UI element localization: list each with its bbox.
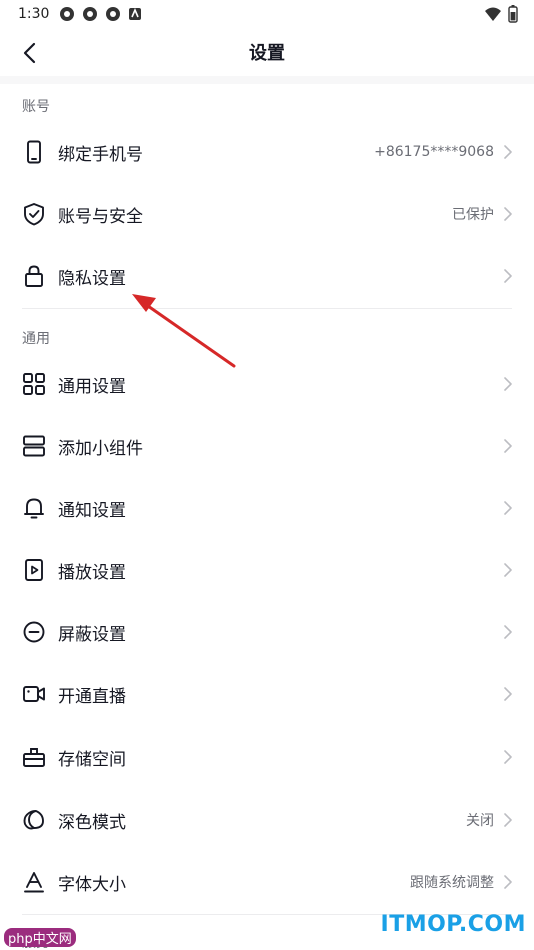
status-bar: 1:30	[0, 0, 534, 28]
row-label: 存储空间	[58, 749, 126, 770]
chevron-right-icon	[504, 750, 512, 764]
watermark-left: php中文网	[4, 928, 76, 947]
lock-icon	[22, 264, 46, 288]
row-value: 已保护	[452, 207, 494, 223]
row-storage-space[interactable]: 存储空间	[0, 726, 534, 788]
row-block-settings[interactable]: 屏蔽设置	[0, 601, 534, 663]
font-icon	[22, 870, 46, 894]
row-label: 通知设置	[58, 500, 126, 521]
row-label: 账号与安全	[58, 206, 143, 227]
camera-icon	[22, 682, 46, 706]
bell-icon	[22, 496, 46, 520]
app-notification-icon	[83, 7, 98, 21]
status-time: 1:30	[18, 6, 50, 22]
row-font-size[interactable]: 字体大小 跟随系统调整	[0, 851, 534, 913]
row-privacy-settings[interactable]: 隐私设置	[0, 245, 534, 307]
row-label: 播放设置	[58, 562, 126, 583]
app-notification-icon	[129, 7, 142, 20]
page-title: 设置	[249, 43, 285, 64]
row-label: 深色模式	[58, 812, 126, 833]
row-notification-settings[interactable]: 通知设置	[0, 477, 534, 539]
row-label: 绑定手机号	[58, 144, 143, 165]
chevron-right-icon	[504, 145, 512, 159]
widget-icon	[22, 434, 46, 458]
row-value: 跟随系统调整	[410, 875, 494, 891]
row-value: 关闭	[466, 813, 494, 829]
chevron-right-icon	[504, 207, 512, 221]
row-label: 字体大小	[58, 874, 126, 895]
app-notification-icon	[106, 7, 121, 21]
chevron-right-icon	[504, 563, 512, 577]
phone-icon	[22, 140, 46, 164]
storage-icon	[22, 745, 46, 769]
header-divider	[0, 76, 534, 84]
shield-icon	[22, 202, 46, 226]
chevron-right-icon	[504, 501, 512, 515]
row-label: 屏蔽设置	[58, 624, 126, 645]
battery-icon	[508, 5, 518, 23]
row-general-settings[interactable]: 通用设置	[0, 353, 534, 415]
section-separator	[22, 308, 512, 309]
section-label-general: 通用	[22, 331, 50, 347]
back-arrow-icon[interactable]	[18, 40, 44, 66]
row-add-widget[interactable]: 添加小组件	[0, 415, 534, 477]
nav-bar: 设置	[0, 28, 534, 76]
row-bind-phone[interactable]: 绑定手机号 +86175****9068	[0, 121, 534, 183]
block-icon	[22, 620, 46, 644]
chevron-right-icon	[504, 625, 512, 639]
chevron-right-icon	[504, 813, 512, 827]
chevron-right-icon	[504, 377, 512, 391]
row-dark-mode[interactable]: 深色模式 关闭	[0, 789, 534, 851]
chevron-right-icon	[504, 687, 512, 701]
row-label: 通用设置	[58, 376, 126, 397]
status-system-icons	[484, 5, 518, 23]
row-label: 隐私设置	[58, 268, 126, 289]
row-label: 添加小组件	[58, 438, 143, 459]
moon-icon	[22, 808, 46, 832]
row-account-security[interactable]: 账号与安全 已保护	[0, 183, 534, 245]
row-playback-settings[interactable]: 播放设置	[0, 539, 534, 601]
grid-icon	[22, 372, 46, 396]
row-value: +86175****9068	[374, 144, 494, 160]
chevron-right-icon	[504, 439, 512, 453]
wifi-icon	[485, 7, 501, 21]
section-label-account: 账号	[22, 99, 50, 115]
status-notification-icons	[59, 6, 142, 22]
chevron-right-icon	[504, 875, 512, 889]
app-notification-icon	[60, 7, 75, 21]
watermark-right: ITMOP.COM	[380, 912, 526, 937]
row-label: 开通直播	[58, 686, 126, 707]
play-icon	[22, 558, 46, 582]
row-start-live[interactable]: 开通直播	[0, 663, 534, 725]
chevron-right-icon	[504, 269, 512, 283]
